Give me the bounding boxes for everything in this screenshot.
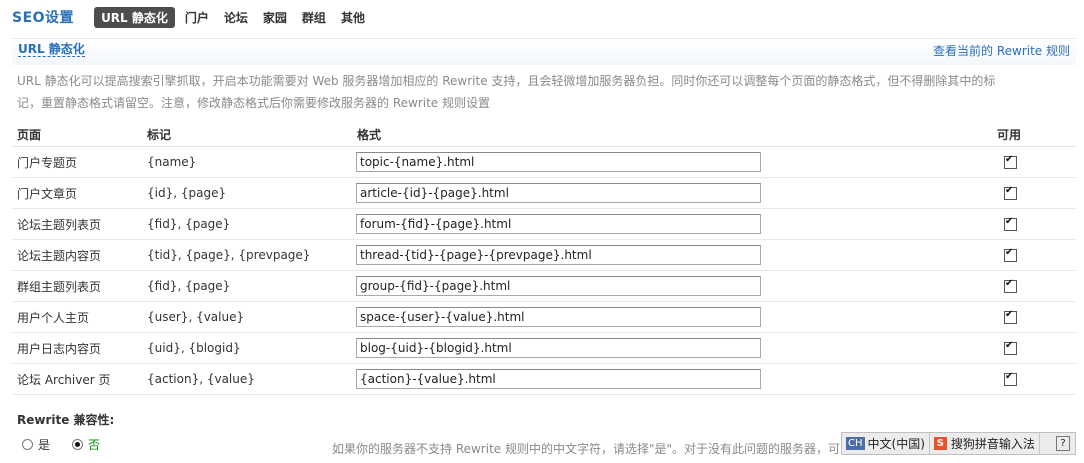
row-page: 论坛 Archiver 页 xyxy=(12,363,142,395)
rewrite-compat-no-radio[interactable] xyxy=(72,439,84,450)
column-header-enabled: 可用 xyxy=(992,122,1076,147)
enabled-checkbox[interactable] xyxy=(1004,371,1017,386)
page-title: SEO设置 xyxy=(12,10,75,26)
column-header-format: 格式 xyxy=(352,122,992,147)
enabled-checkbox[interactable] xyxy=(1004,340,1017,355)
rewrite-compat-label: Rewrite 兼容性: xyxy=(17,413,115,427)
row-page: 论坛主题内容页 xyxy=(12,239,142,271)
rewrite-compat-no-label[interactable]: 否 xyxy=(88,436,100,453)
format-input[interactable] xyxy=(356,214,761,234)
rewrite-compat-yes-label[interactable]: 是 xyxy=(38,436,50,453)
ime-language-selector[interactable]: CH 中文(中国) xyxy=(842,433,930,454)
ime-input-method-selector[interactable]: S 搜狗拼音输入法 xyxy=(930,433,1040,454)
row-marks: {tid}, {page}, {prevpage} xyxy=(142,239,352,271)
ime-language-label: 中文(中国) xyxy=(867,437,925,451)
enabled-checkbox[interactable] xyxy=(1004,278,1017,293)
enabled-checkbox[interactable] xyxy=(1004,185,1017,200)
row-page: 门户文章页 xyxy=(12,177,142,209)
row-marks: {uid}, {blogid} xyxy=(142,332,352,364)
section-title: URL 静态化 xyxy=(18,42,85,57)
table-row: 用户个人主页 {user}, {value} xyxy=(12,301,1076,333)
row-marks: {fid}, {page} xyxy=(142,270,352,302)
table-row: 论坛主题内容页 {tid}, {page}, {prevpage} xyxy=(12,239,1076,271)
row-page: 用户日志内容页 xyxy=(12,332,142,364)
table-header-row: 页面 标记 格式 可用 xyxy=(12,122,1076,147)
row-page: 用户个人主页 xyxy=(12,301,142,333)
table-row: 群组主题列表页 {fid}, {page} xyxy=(12,270,1076,302)
tab-home[interactable]: 家园 xyxy=(263,7,287,28)
rewrite-compat-options: 是 否 xyxy=(22,436,122,453)
column-header-marks: 标记 xyxy=(142,122,352,147)
enabled-checkbox[interactable] xyxy=(1004,309,1017,324)
format-input[interactable] xyxy=(356,183,761,203)
row-page: 论坛主题列表页 xyxy=(12,208,142,240)
format-input[interactable] xyxy=(356,276,761,296)
ime-input-method-label: 搜狗拼音输入法 xyxy=(950,437,1035,451)
row-marks: {fid}, {page} xyxy=(142,208,352,240)
column-header-page: 页面 xyxy=(12,122,142,147)
tab-portal[interactable]: 门户 xyxy=(185,7,209,28)
table-row: 论坛 Archiver 页 {action}, {value} xyxy=(12,363,1076,395)
tab-url-static[interactable]: URL 静态化 xyxy=(94,6,175,28)
help-icon[interactable]: ? xyxy=(1056,436,1070,451)
enabled-checkbox[interactable] xyxy=(1004,247,1017,262)
table-row: 门户文章页 {id}, {page} xyxy=(12,177,1076,209)
row-marks: {name} xyxy=(142,146,352,178)
tab-group[interactable]: 群组 xyxy=(302,7,326,28)
format-input[interactable] xyxy=(356,152,761,172)
seo-rules-table: 页面 标记 格式 可用 门户专题页 {name} 门户文章页 {id}, {pa… xyxy=(12,122,1076,395)
top-nav: SEO设置 URL 静态化 门户 论坛 家园 群组 其他 xyxy=(12,6,380,28)
rewrite-compat-hint: 如果你的服务器不支持 Rewrite 规则中的中文字符，请选择"是"。对于没有此… xyxy=(332,442,900,456)
section-description: URL 静态化可以提高搜索引擎抓取，开启本功能需要对 Web 服务器增加相应的 … xyxy=(17,74,996,110)
format-input[interactable] xyxy=(356,369,761,389)
row-marks: {user}, {value} xyxy=(142,301,352,333)
tab-other[interactable]: 其他 xyxy=(341,7,365,28)
format-input[interactable] xyxy=(356,245,761,265)
sogou-icon: S xyxy=(933,437,947,450)
keyboard-icon: CH xyxy=(846,437,865,450)
row-marks: {action}, {value} xyxy=(142,363,352,395)
enabled-checkbox[interactable] xyxy=(1004,216,1017,231)
section-header: URL 静态化 查看当前的 Rewrite 规则 xyxy=(12,38,1076,65)
table-row: 用户日志内容页 {uid}, {blogid} xyxy=(12,332,1076,364)
row-marks: {id}, {page} xyxy=(142,177,352,209)
ime-language-bar: CH 中文(中国) S 搜狗拼音输入法 ? xyxy=(841,432,1076,455)
table-row: 门户专题页 {name} xyxy=(12,146,1076,178)
table-row: 论坛主题列表页 {fid}, {page} xyxy=(12,208,1076,240)
view-rewrite-rules-link[interactable]: 查看当前的 Rewrite 规则 xyxy=(933,42,1070,59)
tab-forum[interactable]: 论坛 xyxy=(224,7,248,28)
format-input[interactable] xyxy=(356,338,761,358)
row-page: 群组主题列表页 xyxy=(12,270,142,302)
nav-tabs: URL 静态化 门户 论坛 家园 群组 其他 xyxy=(94,6,380,28)
enabled-checkbox[interactable] xyxy=(1004,154,1017,169)
row-page: 门户专题页 xyxy=(12,146,142,178)
format-input[interactable] xyxy=(356,307,761,327)
rewrite-compat-yes-radio[interactable] xyxy=(22,439,33,450)
